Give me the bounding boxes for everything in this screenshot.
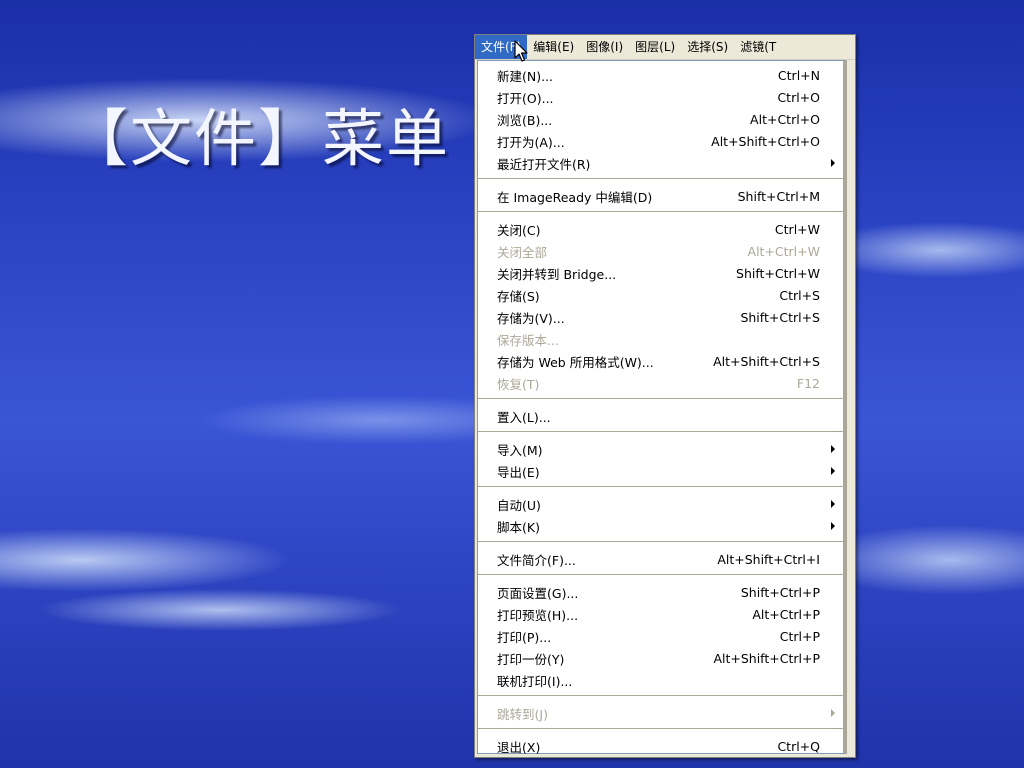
- menu-item[interactable]: 存储为 Web 所用格式(W)... Alt+Shift+Ctrl+S: [478, 350, 843, 372]
- menu-item[interactable]: 联机打印(I)...: [478, 669, 843, 691]
- menu-item[interactable]: 打印一份(Y) Alt+Shift+Ctrl+P: [478, 647, 843, 669]
- menu-item-shortcut: Ctrl+Q: [777, 738, 820, 754]
- menu-item[interactable]: 新建(N)... Ctrl+N: [478, 64, 843, 86]
- menu-item-label: 打开(O)...: [497, 90, 554, 106]
- menu-separator: [478, 398, 843, 399]
- menu-separator: [478, 431, 843, 432]
- menubar-item-4[interactable]: 选择(S): [681, 35, 734, 59]
- menu-item-shortcut: Ctrl+S: [779, 287, 820, 303]
- submenu-arrow-icon: [831, 709, 835, 717]
- menu-item-shortcut: Ctrl+N: [777, 67, 820, 83]
- menu-item[interactable]: 脚本(K): [478, 515, 843, 537]
- menu-item-label: 最近打开文件(R): [497, 156, 591, 172]
- menu-item[interactable]: 存储(S) Ctrl+S: [478, 284, 843, 306]
- submenu-arrow-icon: [831, 467, 835, 475]
- menu-item-label: 打印一份(Y): [497, 651, 565, 667]
- menu-item[interactable]: 关闭并转到 Bridge... Shift+Ctrl+W: [478, 262, 843, 284]
- menu-item[interactable]: 打印预览(H)... Alt+Ctrl+P: [478, 603, 843, 625]
- submenu-arrow-icon: [831, 159, 835, 167]
- menu-item-label: 恢复(T): [497, 376, 540, 392]
- menu-item-label: 导出(E): [497, 464, 540, 480]
- menu-separator: [478, 695, 843, 696]
- menu-item-label: 跳转到(J): [497, 706, 548, 722]
- menu-item-label: 存储为(V)...: [497, 310, 565, 326]
- menu-item-label: 页面设置(G)...: [497, 585, 579, 601]
- menu-item-label: 打开为(A)...: [497, 134, 565, 150]
- menu-item[interactable]: 导出(E): [478, 460, 843, 482]
- menu-separator: [478, 486, 843, 487]
- menu-item-label: 打印(P)...: [497, 629, 552, 645]
- menu-item-shortcut: Shift+Ctrl+P: [740, 584, 820, 600]
- menu-item-shortcut: Alt+Shift+Ctrl+I: [717, 551, 820, 567]
- menu-separator: [478, 541, 843, 542]
- menu-separator: [478, 728, 843, 729]
- submenu-arrow-icon: [831, 522, 835, 530]
- menubar-item-2[interactable]: 图像(I): [580, 35, 629, 59]
- menu-separator: [478, 211, 843, 212]
- menu-item-label: 新建(N)...: [497, 68, 554, 84]
- menu-item-label: 打印预览(H)...: [497, 607, 579, 623]
- menu-item-shortcut: Alt+Ctrl+O: [750, 111, 820, 127]
- menu-item-label: 浏览(B)...: [497, 112, 553, 128]
- menu-item: 跳转到(J): [478, 702, 843, 724]
- menu-item: 关闭全部 Alt+Ctrl+W: [478, 240, 843, 262]
- menu-item-label: 保存版本...: [497, 332, 559, 348]
- menu-item-label: 存储(S): [497, 288, 540, 304]
- menu-separator: [478, 178, 843, 179]
- menu-item-shortcut: Ctrl+P: [779, 628, 820, 644]
- menu-item-shortcut: Shift+Ctrl+M: [737, 188, 820, 204]
- submenu-arrow-icon: [831, 445, 835, 453]
- menu-item[interactable]: 导入(M): [478, 438, 843, 460]
- menu-item[interactable]: 存储为(V)... Shift+Ctrl+S: [478, 306, 843, 328]
- menu-item-label: 联机打印(I)...: [497, 673, 573, 689]
- menu-item[interactable]: 浏览(B)... Alt+Ctrl+O: [478, 108, 843, 130]
- menu-item: 恢复(T) F12: [478, 372, 843, 394]
- menu-item-shortcut: F12: [796, 375, 820, 391]
- menu-item[interactable]: 打开(O)... Ctrl+O: [478, 86, 843, 108]
- menu-item-shortcut: Alt+Ctrl+P: [752, 606, 820, 622]
- menubar-item-5[interactable]: 滤镜(T: [734, 35, 782, 59]
- menu-item-label: 文件简介(F)...: [497, 552, 576, 568]
- menu-item[interactable]: 退出(X) Ctrl+Q: [478, 735, 843, 757]
- menu-item-label: 自动(U): [497, 497, 541, 513]
- menu-item-label: 关闭(C): [497, 222, 541, 238]
- menu-item[interactable]: 页面设置(G)... Shift+Ctrl+P: [478, 581, 843, 603]
- menu-item[interactable]: 在 ImageReady 中编辑(D) Shift+Ctrl+M: [478, 185, 843, 207]
- menu-item-shortcut: Ctrl+W: [774, 221, 820, 237]
- slide-title: 【文件】菜单: [66, 102, 451, 175]
- menubar-item-3[interactable]: 图层(L): [629, 35, 681, 59]
- menu-item-shortcut: Shift+Ctrl+W: [736, 265, 820, 281]
- menu-item-label: 存储为 Web 所用格式(W)...: [497, 354, 654, 370]
- menu-item[interactable]: 最近打开文件(R): [478, 152, 843, 174]
- menu-item-shortcut: Alt+Ctrl+W: [747, 243, 820, 259]
- menu-separator: [478, 574, 843, 575]
- menu-item-shortcut: Ctrl+O: [777, 89, 820, 105]
- menu-item-label: 脚本(K): [497, 519, 540, 535]
- menu-item-label: 导入(M): [497, 442, 543, 458]
- menu-item[interactable]: 关闭(C) Ctrl+W: [478, 218, 843, 240]
- menu-item-label: 在 ImageReady 中编辑(D): [497, 189, 653, 205]
- mouse-pointer-icon: [514, 40, 528, 62]
- menu-item[interactable]: 置入(L)...: [478, 405, 843, 427]
- menubar: 文件(F) 编辑(E) 图像(I) 图层(L) 选择(S) 滤镜(T: [475, 35, 855, 60]
- menu-item-shortcut: Alt+Shift+Ctrl+P: [713, 650, 820, 666]
- menu-item-shortcut: Shift+Ctrl+S: [740, 309, 820, 325]
- menu-item-label: 关闭全部: [497, 244, 548, 260]
- menu-item[interactable]: 文件简介(F)... Alt+Shift+Ctrl+I: [478, 548, 843, 570]
- menu-item-label: 退出(X): [497, 739, 541, 755]
- menu-item: 保存版本...: [478, 328, 843, 350]
- submenu-arrow-icon: [831, 500, 835, 508]
- menubar-item-1[interactable]: 编辑(E): [527, 35, 580, 59]
- menu-item-label: 置入(L)...: [497, 409, 551, 425]
- menu-item-shortcut: Alt+Shift+Ctrl+S: [713, 353, 820, 369]
- photoshop-window: 文件(F) 编辑(E) 图像(I) 图层(L) 选择(S) 滤镜(T 新建(N)... Ct…: [474, 34, 856, 758]
- menu-item-label: 关闭并转到 Bridge...: [497, 266, 617, 282]
- menu-item[interactable]: 自动(U): [478, 493, 843, 515]
- menu-item[interactable]: 打印(P)... Ctrl+P: [478, 625, 843, 647]
- menu-item-shortcut: Alt+Shift+Ctrl+O: [711, 133, 820, 149]
- file-menu-dropdown: 新建(N)... Ctrl+N 打开(O)... Ctrl+O 浏览(B)... Alt+…: [477, 60, 847, 757]
- menu-item[interactable]: 打开为(A)... Alt+Shift+Ctrl+O: [478, 130, 843, 152]
